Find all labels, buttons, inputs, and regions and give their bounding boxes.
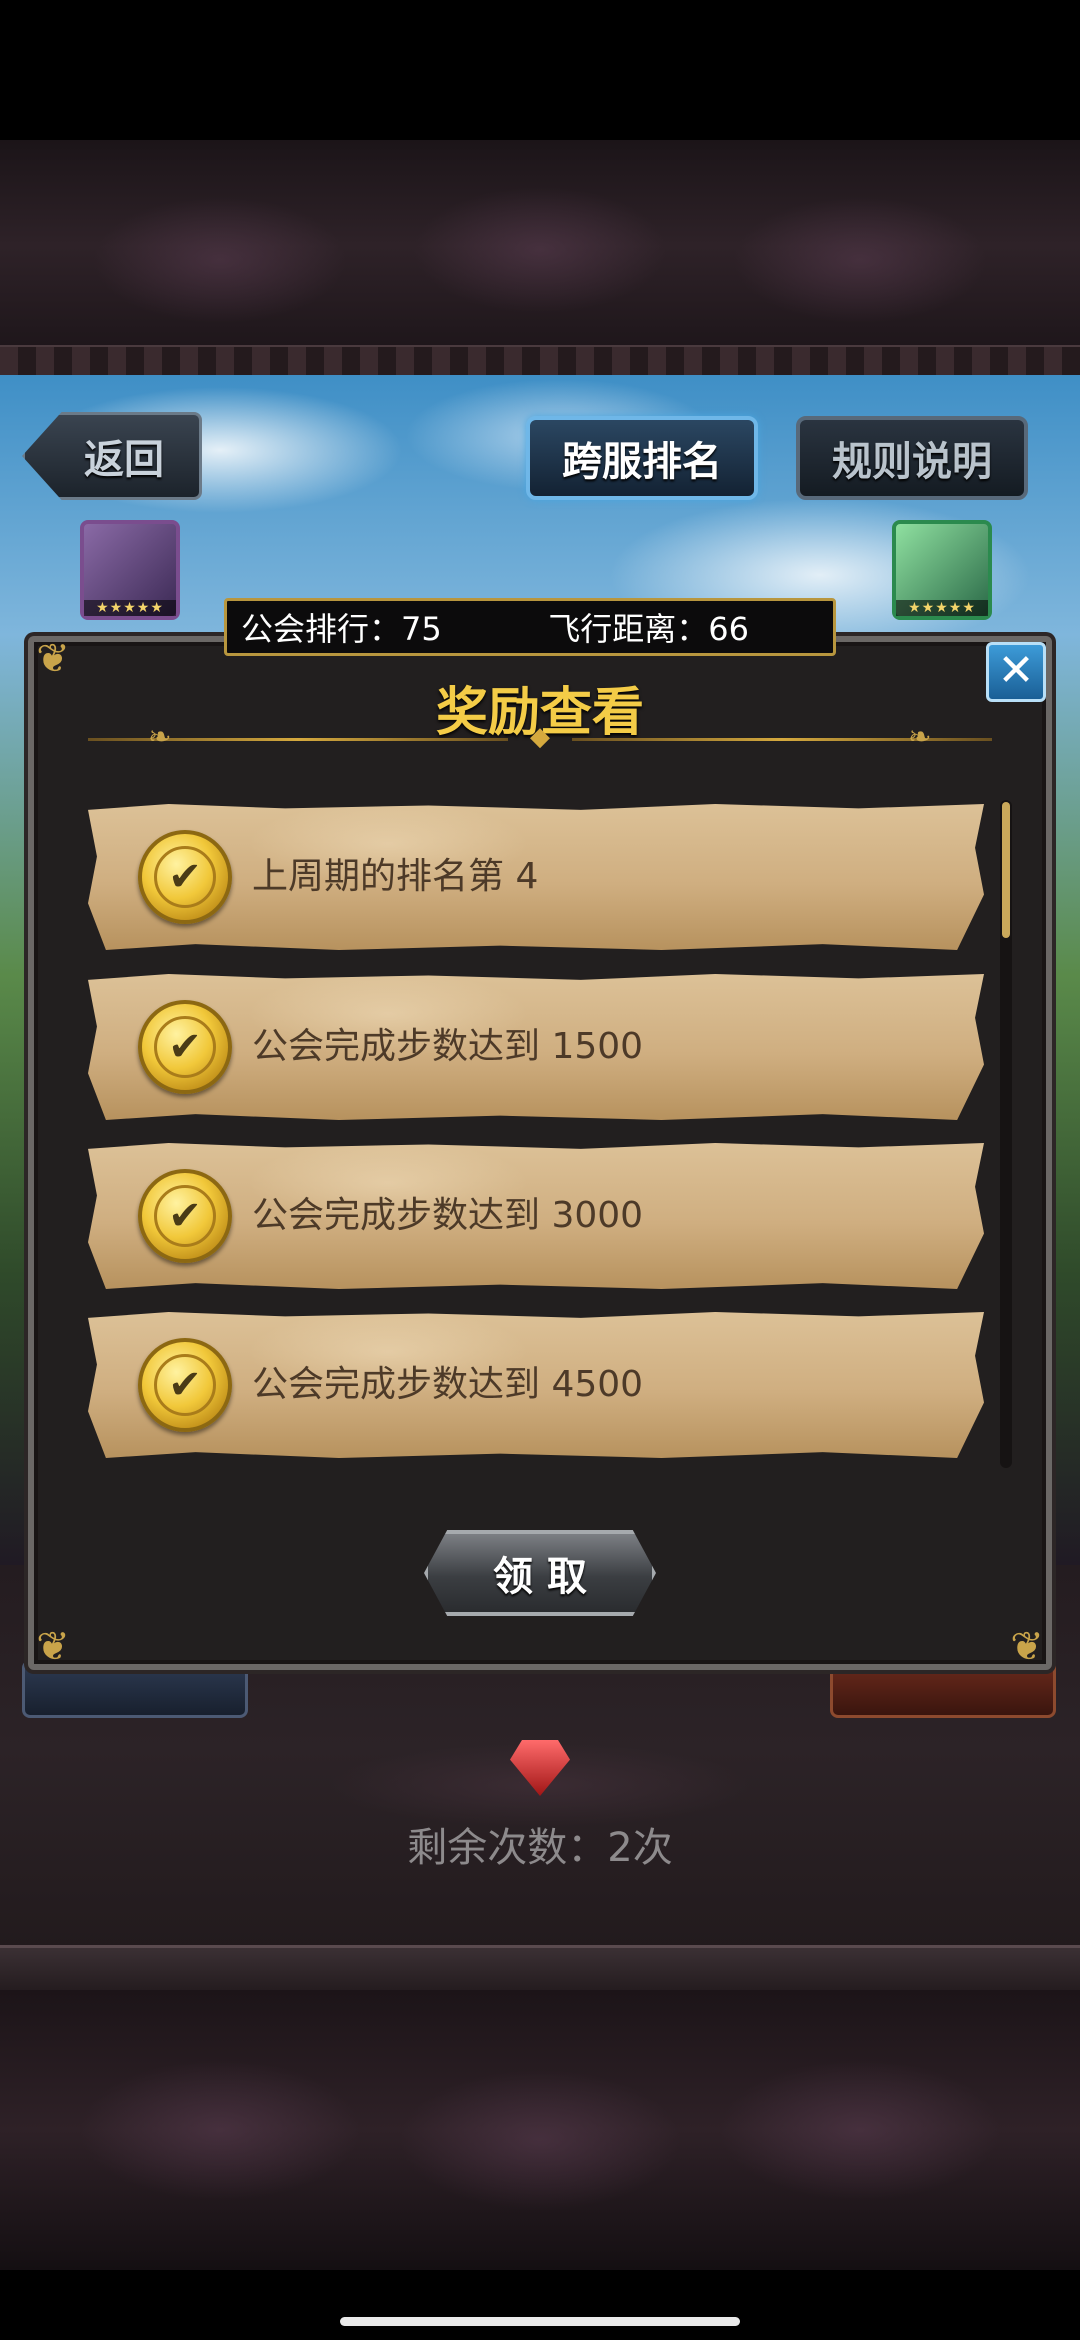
reward-item: ✔ 公会完成步数达到 3000 [88, 1143, 984, 1289]
tab-ranking-label: 跨服排名 [562, 439, 722, 485]
corner-ornament-top-left: ❦ [36, 636, 70, 682]
reward-item: ✔ 上周期的排名第 4 [88, 804, 984, 950]
reward-list[interactable]: ✔ 上周期的排名第 4 ✔ 公会完成步数达到 1500 ✔ 公会完成步数达到 3… [88, 804, 988, 1488]
reward-item-label: 公会完成步数达到 4500 [252, 1364, 644, 1405]
home-indicator[interactable] [340, 2317, 740, 2326]
guild-info-bar: 公会排行：75 飞行距离：66 [224, 598, 836, 656]
claimed-badge: ✔ [138, 1000, 232, 1094]
tab-cross-server-ranking[interactable]: 跨服排名 [526, 416, 758, 500]
title-divider-ornament: ◆ ❧ ❧ [88, 720, 992, 753]
navigation-bar-area [0, 2270, 1080, 2340]
reward-item-label: 公会完成步数达到 1500 [252, 1026, 644, 1067]
reward-item-label: 公会完成步数达到 3000 [252, 1195, 644, 1236]
reward-item: ✔ 公会完成步数达到 1500 [88, 974, 984, 1120]
claim-button[interactable]: 领取 [424, 1530, 656, 1616]
claimed-badge: ✔ [138, 1338, 232, 1432]
ornate-band-top [0, 345, 1080, 379]
claim-button-label: 领取 [493, 1554, 601, 1600]
ornate-band-bottom [0, 1945, 1080, 1996]
check-icon: ✔ [154, 1354, 216, 1416]
tab-rules-label: 规则说明 [832, 439, 992, 485]
claimed-badge: ✔ [138, 830, 232, 924]
back-button-label: 返回 [84, 437, 164, 483]
check-icon: ✔ [154, 846, 216, 908]
check-icon: ✔ [154, 1016, 216, 1078]
check-icon: ✔ [154, 1185, 216, 1247]
avatar-left[interactable]: ★★★★★ [80, 520, 180, 620]
claimed-badge: ✔ [138, 1169, 232, 1263]
avatar-right[interactable]: ★★★★★ [892, 520, 992, 620]
avatar-stars-right: ★★★★★ [896, 600, 988, 616]
close-icon: ✕ [997, 645, 1035, 696]
corner-ornament-bottom-left: ❦ [36, 1624, 70, 1670]
remaining-attempts-text: 剩余次数：2次 [407, 1825, 673, 1871]
corner-ornament-bottom-right: ❦ [1010, 1624, 1044, 1670]
reward-item-label: 上周期的排名第 4 [252, 856, 539, 897]
ornate-frame-bottom [0, 1990, 1080, 2270]
status-bar-area [0, 0, 1080, 140]
close-button[interactable]: ✕ [986, 642, 1046, 702]
tab-rules[interactable]: 规则说明 [796, 416, 1028, 500]
reward-list-scroll-thumb[interactable] [1002, 802, 1010, 938]
flight-distance-text: 飞行距离：66 [548, 610, 749, 648]
avatar-stars-left: ★★★★★ [84, 600, 176, 616]
reward-item: ✔ 公会完成步数达到 4500 [88, 1312, 984, 1458]
guild-rank-text: 公会排行：75 [241, 610, 442, 648]
ornate-frame-top [0, 140, 1080, 375]
